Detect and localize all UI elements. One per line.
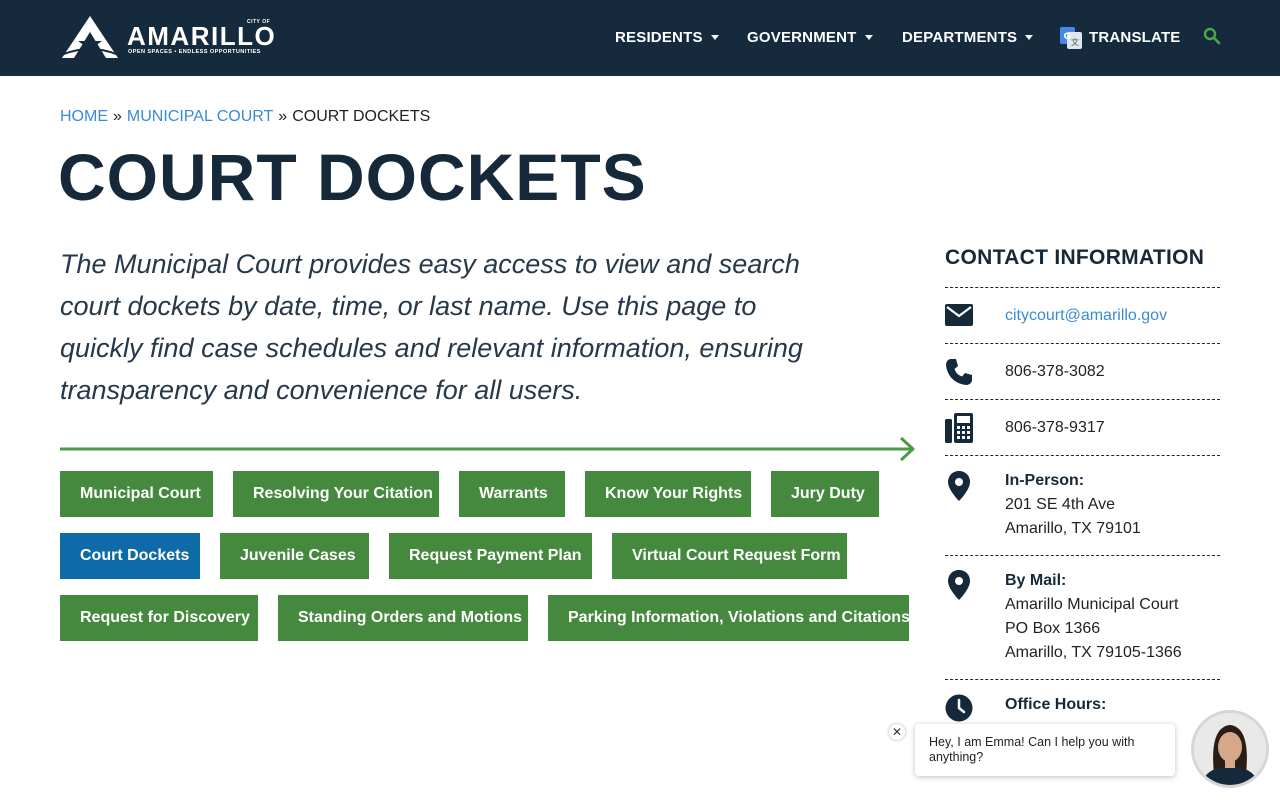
svg-text:G: G: [1064, 32, 1071, 42]
btn-resolving-your-citation[interactable]: Resolving Your Citation: [233, 471, 439, 517]
nav-residents-label: RESIDENTS: [615, 29, 703, 46]
by-mail-label: By Mail:: [1005, 572, 1067, 589]
chat-close-button[interactable]: ✕: [889, 724, 905, 740]
logo-wordmark: AMARILLO: [127, 21, 277, 51]
nav-translate[interactable]: TRANSLATE: [1089, 28, 1181, 48]
intro-paragraph: The Municipal Court provides easy access…: [60, 249, 803, 405]
office-hours-label: Office Hours:: [1005, 696, 1107, 713]
contact-in-person: In-Person: 201 SE 4th Ave Amarillo, TX 7…: [1005, 469, 1141, 541]
caret-down-icon: [1025, 35, 1034, 40]
chat-avatar[interactable]: [1191, 710, 1269, 788]
breadcrumb: HOME» MUNICIPAL COURT» COURT DOCKETS: [60, 108, 430, 126]
nav-government-label: GOVERNMENT: [747, 29, 857, 46]
contact-fax: 806-378-9317: [1005, 419, 1105, 436]
amarillo-logo[interactable]: CITY OF AMARILLO OPEN SPACES • ENDLESS O…: [60, 14, 275, 62]
chat-bubble[interactable]: Hey, I am Emma! Can I help you with anyt…: [915, 724, 1175, 776]
btn-court-dockets[interactable]: Court Dockets: [60, 533, 200, 579]
nav-government[interactable]: GOVERNMENT: [747, 28, 873, 48]
btn-juvenile-cases[interactable]: Juvenile Cases: [220, 533, 369, 579]
btn-know-your-rights[interactable]: Know Your Rights: [585, 471, 751, 517]
fax-icon: [945, 413, 973, 443]
divider: [945, 343, 1220, 344]
assistant-avatar-icon: [1194, 713, 1266, 785]
nav-translate-label: TRANSLATE: [1089, 29, 1181, 46]
arrow-divider-icon: [60, 436, 915, 462]
btn-request-payment-plan[interactable]: Request Payment Plan: [389, 533, 592, 579]
nav-departments[interactable]: DEPARTMENTS: [902, 28, 1034, 48]
contact-by-mail: By Mail: Amarillo Municipal Court PO Box…: [1005, 569, 1182, 665]
svg-text:文: 文: [1071, 37, 1079, 47]
email-link[interactable]: citycourt@amarillo.gov: [1005, 307, 1167, 324]
clock-icon: [945, 694, 973, 722]
google-translate-icon[interactable]: G 文: [1060, 27, 1082, 49]
btn-parking-information[interactable]: Parking Information, Violations and Cita…: [548, 595, 910, 641]
contact-phone: 806-378-3082: [1005, 363, 1105, 380]
btn-jury-duty[interactable]: Jury Duty: [771, 471, 879, 517]
site-header: CITY OF AMARILLO OPEN SPACES • ENDLESS O…: [0, 0, 1280, 76]
in-person-address-line2: Amarillo, TX 79101: [1005, 520, 1141, 537]
btn-request-for-discovery[interactable]: Request for Discovery: [60, 595, 258, 641]
btn-municipal-court[interactable]: Municipal Court: [60, 471, 213, 517]
contact-office-hours: Office Hours:: [1005, 693, 1106, 717]
breadcrumb-separator: »: [113, 108, 122, 125]
nav-departments-label: DEPARTMENTS: [902, 29, 1018, 46]
divider: [945, 455, 1220, 456]
breadcrumb-municipal-court-link[interactable]: MUNICIPAL COURT: [127, 108, 273, 125]
envelope-icon: [945, 304, 973, 326]
map-pin-icon: [948, 570, 970, 600]
caret-down-icon: [864, 35, 873, 40]
divider: [945, 287, 1220, 288]
btn-virtual-court-request-form[interactable]: Virtual Court Request Form: [612, 533, 847, 579]
caret-down-icon: [710, 35, 719, 40]
divider: [945, 679, 1220, 680]
by-mail-line3: Amarillo, TX 79105-1366: [1005, 644, 1182, 661]
star-a-logo-icon: [62, 16, 118, 58]
divider: [945, 555, 1220, 556]
search-icon[interactable]: [1203, 27, 1221, 45]
map-pin-icon: [948, 471, 970, 501]
chat-message: Hey, I am Emma! Can I help you with anyt…: [929, 735, 1135, 764]
btn-warrants[interactable]: Warrants: [459, 471, 565, 517]
page-title: COURT DOCKETS: [58, 140, 647, 214]
by-mail-line1: Amarillo Municipal Court: [1005, 596, 1179, 613]
breadcrumb-current: COURT DOCKETS: [292, 108, 431, 125]
divider: [945, 399, 1220, 400]
breadcrumb-separator: »: [278, 108, 288, 125]
phone-icon: [946, 359, 972, 385]
nav-residents[interactable]: RESIDENTS: [615, 28, 719, 48]
in-person-address-line1: 201 SE 4th Ave: [1005, 496, 1116, 513]
in-person-label: In-Person:: [1005, 472, 1085, 489]
btn-standing-orders-and-motions[interactable]: Standing Orders and Motions: [278, 595, 528, 641]
breadcrumb-home-link[interactable]: HOME: [60, 108, 108, 125]
by-mail-line2: PO Box 1366: [1005, 620, 1101, 637]
logo-tagline: OPEN SPACES • ENDLESS OPPORTUNITIES: [128, 49, 261, 55]
contact-title: CONTACT INFORMATION: [945, 246, 1205, 269]
contact-email: citycourt@amarillo.gov: [1005, 304, 1167, 328]
